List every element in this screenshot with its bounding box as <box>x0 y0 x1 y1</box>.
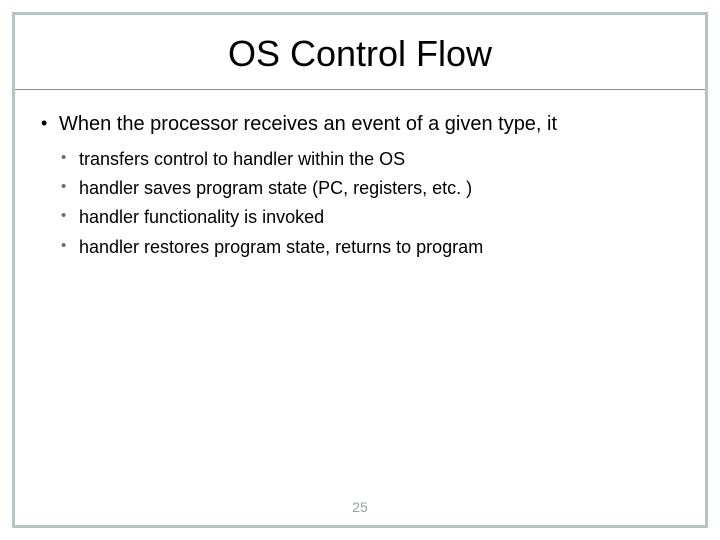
list-item: handler restores program state, returns … <box>59 235 693 260</box>
page-number: 25 <box>15 499 705 515</box>
bullet-text: When the processor receives an event of … <box>59 113 557 135</box>
bullet-list-level1: When the processor receives an event of … <box>37 112 693 260</box>
list-item: handler saves program state (PC, registe… <box>59 176 693 201</box>
list-item: transfers control to handler within the … <box>59 147 693 172</box>
slide-content: When the processor receives an event of … <box>15 112 705 260</box>
slide-frame: OS Control Flow When the processor recei… <box>12 12 708 528</box>
slide-title: OS Control Flow <box>15 33 705 75</box>
slide: OS Control Flow When the processor recei… <box>0 0 720 540</box>
bullet-list-level2: transfers control to handler within the … <box>59 147 693 260</box>
list-item: When the processor receives an event of … <box>37 112 693 260</box>
title-divider <box>15 89 705 90</box>
list-item: handler functionality is invoked <box>59 205 693 230</box>
